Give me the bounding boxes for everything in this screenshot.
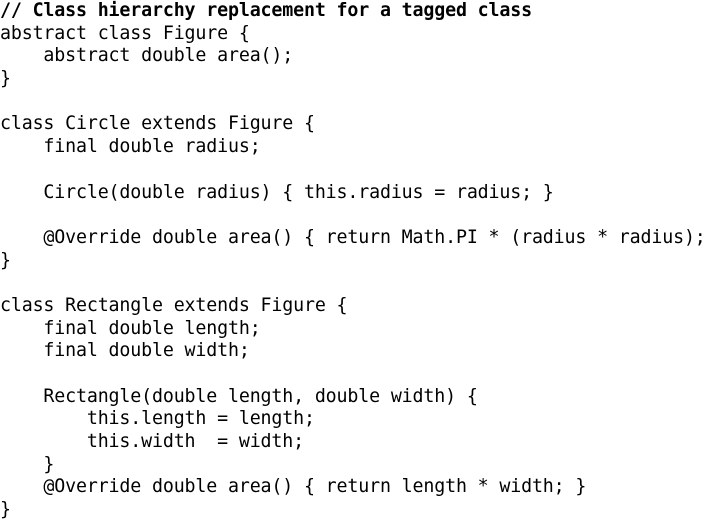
code-line: } <box>0 453 55 475</box>
code-line: abstract double area(); <box>0 45 294 67</box>
code-line: } <box>0 68 11 90</box>
code-line: @Override double area() { return length … <box>0 476 587 498</box>
code-line: class Circle extends Figure { <box>0 113 315 135</box>
code-line: this.length = length; <box>0 408 315 430</box>
code-comment: // Class hierarchy replacement for a tag… <box>0 0 532 21</box>
code-line: this.width = width; <box>0 431 304 453</box>
code-line: final double width; <box>0 340 250 362</box>
code-line: Rectangle(double length, double width) { <box>0 385 478 407</box>
code-line: } <box>0 249 11 271</box>
code-line: @Override double area() { return Math.PI… <box>0 226 711 248</box>
code-line: class Rectangle extends Figure { <box>0 294 348 316</box>
code-line: } <box>0 499 11 521</box>
code-listing: // Class hierarchy replacement for a tag… <box>0 0 711 522</box>
code-line: final double radius; <box>0 136 261 158</box>
code-line: abstract class Figure { <box>0 22 250 44</box>
code-line: Circle(double radius) { this.radius = ra… <box>0 181 554 203</box>
code-line: final double length; <box>0 317 261 339</box>
